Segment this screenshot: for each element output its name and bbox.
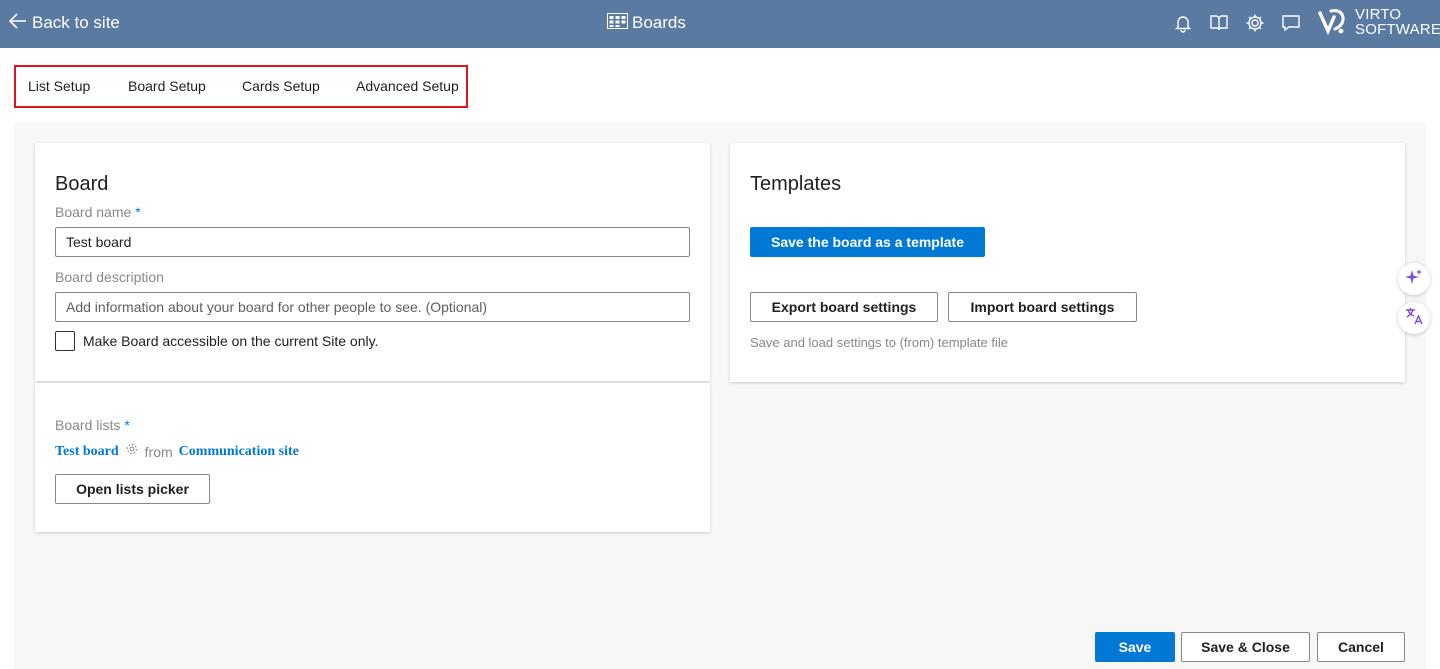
tab-board-setup[interactable]: Board Setup	[128, 78, 206, 94]
site-only-option[interactable]: Make Board accessible on the current Sit…	[55, 331, 378, 351]
feedback-icon[interactable]	[1280, 11, 1302, 35]
required-mark: *	[124, 417, 130, 433]
board-list-entry: Test board from Communication site	[55, 442, 299, 461]
board-name-label: Board name *	[55, 204, 141, 220]
board-lists-card: Board lists * Test board from Communicati…	[35, 383, 710, 532]
save-button[interactable]: Save	[1095, 632, 1175, 662]
save-as-template-button[interactable]: Save the board as a template	[750, 227, 985, 257]
app-title-label: Boards	[632, 13, 686, 32]
list-link[interactable]: Test board	[55, 444, 119, 460]
open-lists-picker-button[interactable]: Open lists picker	[55, 474, 210, 504]
arrow-left-icon	[8, 11, 28, 36]
board-name-input[interactable]	[55, 227, 690, 257]
logo-text-top: VIRTO	[1355, 6, 1402, 23]
board-lists-label-text: Board lists	[55, 417, 121, 433]
app-title: Boards	[607, 12, 686, 34]
from-text: from	[144, 443, 173, 460]
export-settings-button[interactable]: Export board settings	[750, 292, 938, 322]
tab-list-setup[interactable]: List Setup	[28, 78, 90, 94]
site-link[interactable]: Communication site	[179, 444, 299, 460]
header-actions	[1172, 11, 1302, 35]
tab-cards-setup[interactable]: Cards Setup	[242, 78, 320, 94]
board-card: Board Board name* Board description Make…	[35, 143, 710, 381]
top-bar: Back to site Boards VIRTO SOFTWARE	[0, 0, 1440, 48]
bell-icon[interactable]	[1172, 11, 1194, 35]
site-only-checkbox[interactable]	[55, 331, 75, 351]
setup-tabs: List Setup Board Setup Cards Setup Advan…	[14, 65, 468, 108]
tab-advanced-setup[interactable]: Advanced Setup	[356, 78, 459, 94]
board-description-input[interactable]	[55, 292, 690, 322]
required-mark: *	[135, 204, 141, 220]
cancel-button[interactable]: Cancel	[1317, 632, 1405, 662]
sparkle-icon	[1404, 267, 1424, 292]
templates-card-title: Templates	[750, 173, 842, 195]
ai-assistant-button[interactable]	[1398, 263, 1430, 295]
import-settings-button[interactable]: Import board settings	[948, 292, 1137, 322]
board-card-title: Board	[55, 173, 109, 195]
virto-logo: VIRTO SOFTWARE	[1317, 7, 1440, 37]
board-description-label: Board description	[55, 269, 164, 285]
gear-icon[interactable]	[1244, 11, 1266, 35]
translate-button[interactable]	[1398, 302, 1430, 334]
boards-grid-icon	[607, 12, 628, 34]
site-only-label: Make Board accessible on the current Sit…	[83, 333, 379, 349]
settings-area: Board Board name* Board description Make…	[14, 122, 1426, 669]
virto-logo-mark	[1318, 9, 1345, 36]
board-lists-label: Board lists *	[55, 417, 130, 433]
book-icon[interactable]	[1208, 11, 1230, 35]
translate-icon	[1404, 306, 1424, 331]
save-and-close-button[interactable]: Save & Close	[1181, 632, 1310, 662]
back-to-site-link[interactable]: Back to site	[8, 12, 120, 34]
logo-text-bottom: SOFTWARE	[1355, 21, 1440, 38]
board-name-label-text: Board name	[55, 204, 132, 220]
templates-hint: Save and load settings to (from) templat…	[750, 335, 1008, 350]
templates-card: Templates Save the board as a template E…	[730, 143, 1405, 382]
list-settings-icon[interactable]	[125, 442, 139, 461]
back-to-site-label: Back to site	[32, 13, 120, 32]
